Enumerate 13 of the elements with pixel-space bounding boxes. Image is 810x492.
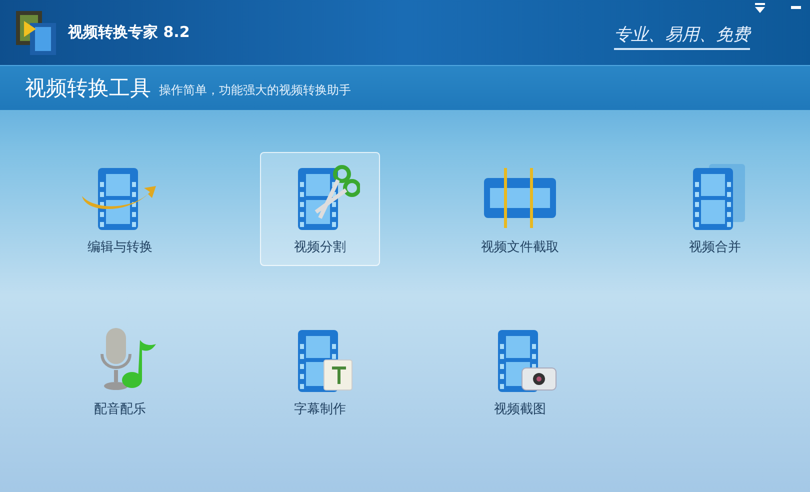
section-subtitle: 操作简单，功能强大的视频转换助手 [159,82,351,98]
tool-tile[interactable]: 字幕制作 [260,314,380,428]
film-logo-icon [14,8,58,56]
menu-icon [754,2,766,14]
tool-tile[interactable]: 配音配乐 [60,314,180,428]
tool-tile[interactable]: 视频截图 [460,314,580,428]
section-title: 视频转换工具 [25,75,151,102]
tool-tile[interactable]: 视频文件截取 [460,152,580,266]
tool-tile[interactable]: 视频合并 [655,152,775,266]
tool-tile[interactable]: 编辑与转换 [60,152,180,266]
window-title: 视频转换专家 8.2 [68,23,190,42]
slogan-text: 专业、易用、免费 [614,23,750,50]
tool-tile[interactable]: 视频分割 [260,152,380,266]
